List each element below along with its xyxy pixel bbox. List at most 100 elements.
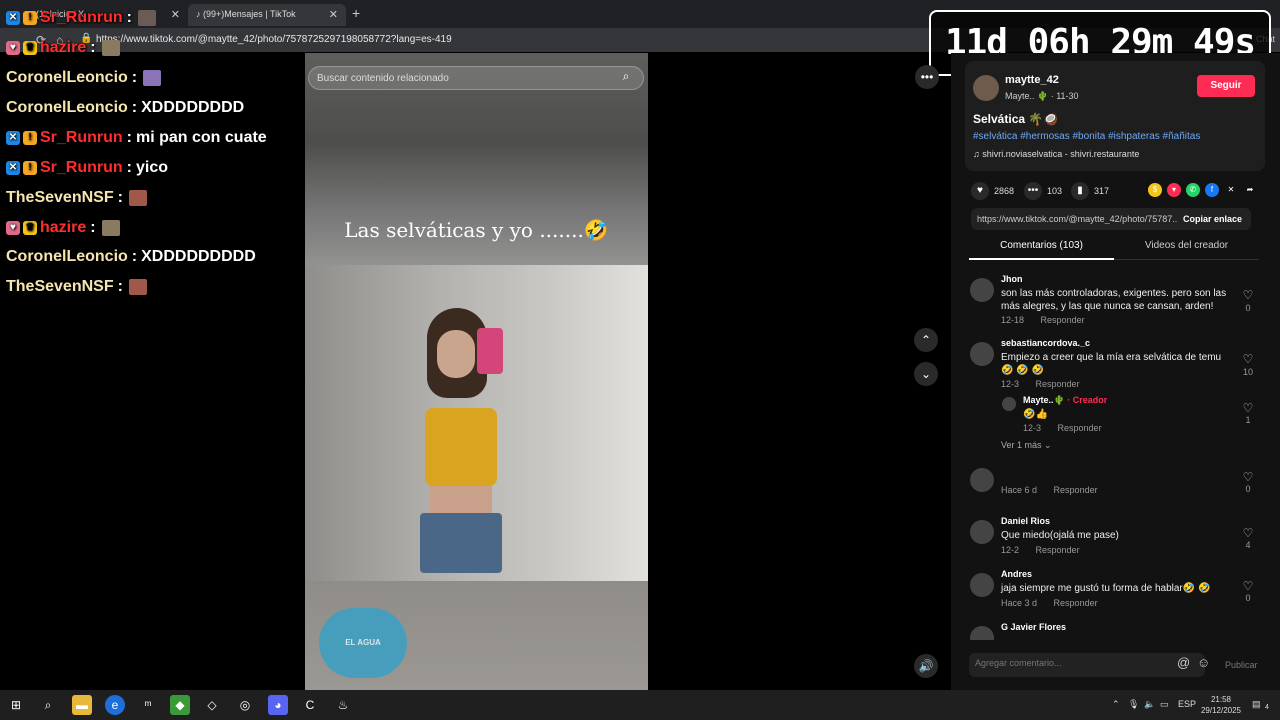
network-icon[interactable]: ▭ (1160, 699, 1169, 710)
badge-icon: ! (23, 11, 37, 25)
comment-item: Daniel Rios Que miedo(ojalá me pase) 12-… (969, 516, 1269, 562)
avatar[interactable] (973, 75, 999, 101)
avatar[interactable] (970, 468, 994, 492)
related-search-bar[interactable]: Buscar contenido relacionado ⌕ (308, 66, 644, 90)
avatar[interactable] (970, 342, 994, 366)
reply-author-name: Mayte..🌵 (1023, 395, 1065, 405)
reply-author[interactable]: Mayte..🌵 · Creador (1023, 395, 1107, 406)
chat-username: TheSevenNSF (6, 189, 114, 206)
see-more-replies[interactable]: Ver 1 más ⌄ (1001, 440, 1052, 451)
facebook-icon[interactable]: f (1205, 183, 1219, 197)
chevron-down-icon[interactable]: ⌄ (914, 362, 938, 386)
emote-icon (128, 279, 147, 295)
reply-button[interactable]: Responder (1058, 423, 1102, 433)
coin-share-icon[interactable]: $ (1148, 183, 1162, 197)
system-clock[interactable]: 21:58 29/12/2025 (1198, 694, 1244, 716)
app-shield-icon[interactable]: ◇ (202, 695, 222, 715)
emote-icon (138, 10, 156, 26)
publish-button[interactable]: Publicar (1225, 660, 1258, 670)
copy-link-button[interactable]: Copiar enlace (1183, 214, 1242, 224)
chat-username: Sr_Runrun (40, 129, 123, 146)
avatar[interactable] (970, 626, 994, 640)
avatar[interactable] (970, 573, 994, 597)
tray-expand-icon[interactable]: ⌃ (1112, 699, 1120, 710)
heart-icon: ♥ (971, 182, 989, 200)
tab-creator-videos[interactable]: Videos del creador (1114, 240, 1259, 260)
comment-input-box[interactable] (969, 653, 1205, 677)
language-indicator[interactable]: ESP (1178, 699, 1196, 709)
obs-icon[interactable]: ◎ (235, 695, 255, 715)
windows-start-icon[interactable]: ⊞ (6, 695, 26, 715)
post-title: Selvática 🌴🥥 (973, 112, 1059, 126)
discord-icon[interactable]: ◕ (268, 695, 288, 715)
reply-button[interactable]: Responder (1036, 545, 1080, 555)
avatar[interactable] (970, 278, 994, 302)
app-icon[interactable]: ᵐ (138, 695, 158, 715)
reply-button[interactable]: Responder (1054, 485, 1098, 495)
comment-author[interactable]: G Javier Flores (1001, 622, 1066, 632)
heart-icon[interactable]: ♡ (1241, 526, 1255, 540)
share-arrow-icon[interactable]: ➦ (1243, 183, 1257, 197)
new-tab-button[interactable]: + (352, 5, 360, 21)
taskbar: ⊞ ⌕ ▬ e ᵐ ◆ ◇ ◎ ◕ C ♨ ⌃ 🎙 🔈 ▭ ESP 21:58 … (0, 690, 1280, 720)
reply-button[interactable]: Responder (1054, 598, 1098, 608)
heart-icon[interactable]: ♡ (1241, 470, 1255, 484)
heart-icon[interactable]: ♡ (1241, 579, 1255, 593)
comment-item: sebastiancordova._c Empiezo a creer que … (969, 338, 1269, 394)
avatar[interactable] (1002, 397, 1016, 411)
search-input[interactable]: Buscar contenido relacionado (317, 73, 449, 84)
avatar[interactable] (970, 520, 994, 544)
whatsapp-icon[interactable]: ✆ (1186, 183, 1200, 197)
comment-date: 12-2 (1001, 545, 1020, 555)
comment-meta: 12-2 Responder (1001, 545, 1080, 555)
reply-button[interactable]: Responder (1036, 379, 1080, 389)
app-cube-icon[interactable]: ◆ (170, 695, 190, 715)
notification-icon[interactable]: ▤ (1252, 699, 1261, 710)
emoji-icon[interactable]: ☺ (1197, 655, 1210, 670)
comment-input[interactable] (975, 658, 1175, 668)
file-explorer-icon[interactable]: ▬ (72, 695, 92, 715)
photo-caption: Las selváticas y yo .......🤣 (344, 218, 609, 242)
chat-username: CoronelLeoncio (6, 99, 128, 116)
like-stat[interactable]: ♥ 2868 (971, 182, 1014, 200)
close-tab-icon[interactable]: ✕ (329, 8, 338, 21)
mention-icon[interactable]: @ (1177, 655, 1190, 670)
save-stat[interactable]: ▮ 317 (1071, 182, 1109, 200)
post-hashtags[interactable]: #selvática #hermosas #bonita #ishpateras… (973, 131, 1200, 142)
like-count: 2868 (994, 186, 1015, 196)
heart-icon[interactable]: ♡ (1241, 288, 1255, 302)
post-link[interactable]: https://www.tiktok.com/@maytte_42/photo/… (977, 214, 1177, 224)
emote-icon (101, 40, 120, 56)
photo-viewer[interactable]: Las selváticas y yo .......🤣 EL AGUA ‹ ●… (305, 53, 648, 690)
post-music[interactable]: ♫ shivri.noviaselvatica - shivri.restaur… (973, 149, 1139, 159)
reply-button[interactable]: Responder (1041, 315, 1085, 325)
follow-button[interactable]: Seguir (1197, 75, 1255, 97)
author-username[interactable]: maytte_42 (1005, 74, 1059, 86)
steam-icon[interactable]: ♨ (333, 695, 353, 715)
heart-icon[interactable]: ♡ (1241, 352, 1255, 366)
comment-meta: 12-3 Responder (1023, 423, 1102, 433)
comment-date: 12-18 (1001, 315, 1025, 325)
comment-stat[interactable]: ••• 103 (1024, 182, 1062, 200)
app-c-icon[interactable]: C (300, 695, 320, 715)
comment-author[interactable]: Andres (1001, 569, 1032, 579)
comment-author[interactable]: Daniel Rios (1001, 516, 1050, 526)
search-icon[interactable]: ⌕ (38, 695, 58, 715)
heart-icon[interactable]: ♡ (1241, 401, 1255, 415)
edge-browser-icon[interactable]: e (105, 695, 125, 715)
search-icon[interactable]: ⌕ (615, 69, 637, 87)
comment-author[interactable]: sebastiancordova._c (1001, 338, 1090, 348)
water-logo-sticker: EL AGUA (319, 608, 407, 678)
volume-icon[interactable]: 🔊 (914, 654, 938, 678)
reply-item: Mayte..🌵 · Creador 🤣👍 12-3 Responder ♡ 1 (1001, 395, 1269, 435)
chat-message: CoronelLeoncio : (6, 65, 162, 91)
chevron-up-icon[interactable]: ⌃ (914, 328, 938, 352)
speaker-icon[interactable]: 🔈 (1144, 699, 1155, 710)
tab-comments[interactable]: Comentarios (103) (969, 240, 1114, 260)
emote-icon (101, 220, 120, 236)
comment-author[interactable]: Jhon (1001, 274, 1023, 284)
send-share-icon[interactable]: ▾ (1167, 183, 1181, 197)
microphone-icon[interactable]: 🎙 (1128, 699, 1139, 710)
x-share-icon[interactable]: ✕ (1224, 183, 1238, 197)
more-options-icon[interactable]: ••• (915, 65, 939, 89)
